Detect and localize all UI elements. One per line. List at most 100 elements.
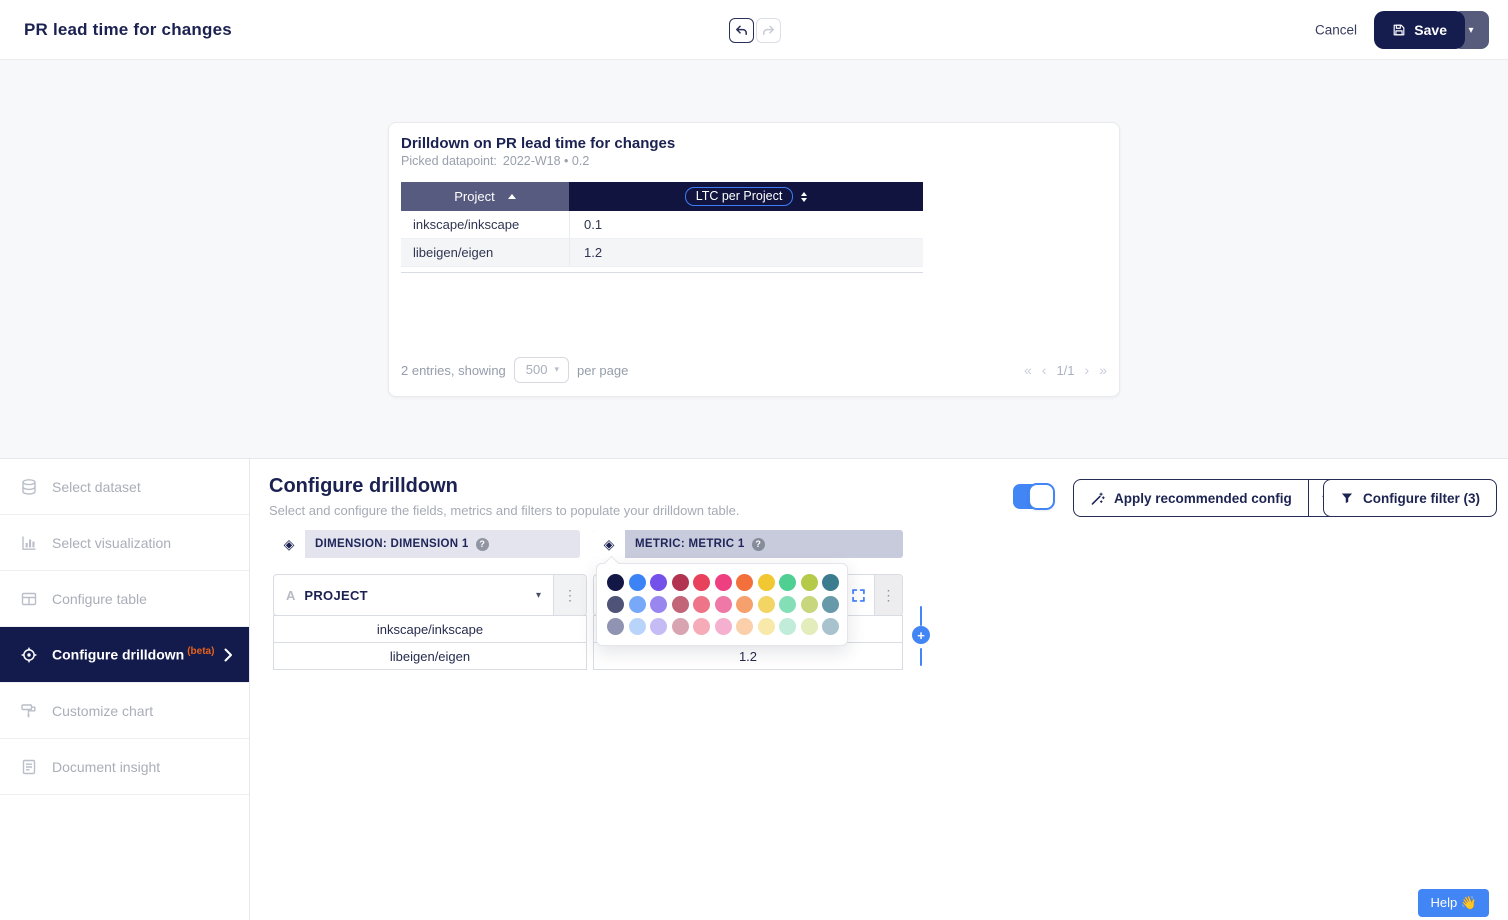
magic-wand-icon: [1090, 491, 1105, 506]
last-page-button[interactable]: »: [1099, 362, 1107, 378]
metric-header-pill[interactable]: LTC per Project: [685, 187, 794, 206]
sidebar-item-customize-chart[interactable]: Customize chart: [0, 683, 249, 739]
next-page-button[interactable]: ›: [1085, 362, 1090, 378]
color-swatch-1-3[interactable]: [672, 596, 689, 613]
undo-button[interactable]: [729, 18, 754, 43]
color-palette-grid: [607, 574, 837, 635]
column-header-metric[interactable]: LTC per Project: [569, 182, 923, 211]
color-swatch-0-4[interactable]: [693, 574, 710, 591]
configure-filter-button[interactable]: Configure filter (3): [1323, 479, 1497, 517]
table-row: libeigen/eigen 1.2: [401, 239, 923, 267]
color-swatch-1-8[interactable]: [779, 596, 796, 613]
help-icon[interactable]: ?: [752, 538, 765, 551]
color-swatch-2-5[interactable]: [715, 618, 732, 635]
color-palette-popup: [596, 563, 848, 646]
help-button[interactable]: Help 👋: [1418, 889, 1489, 917]
project-header-label: Project: [454, 189, 494, 204]
metric-preview-row: 1.2: [593, 642, 903, 670]
color-swatch-0-3[interactable]: [672, 574, 689, 591]
picked-datapoint-value: 2022-W18 • 0.2: [503, 154, 589, 168]
toggle-knob: [1028, 483, 1055, 510]
bar-chart-icon: [20, 534, 38, 552]
color-swatch-0-2[interactable]: [650, 574, 667, 591]
database-icon: [20, 478, 38, 496]
apply-recommended-config-button[interactable]: Apply recommended config: [1073, 479, 1309, 517]
drilldown-preview-card: Drilldown on PR lead time for changes Pi…: [388, 122, 1120, 397]
sidebar-item-label: Select visualization: [52, 535, 171, 551]
drilldown-enabled-toggle[interactable]: [1013, 483, 1055, 510]
top-bar: PR lead time for changes Cancel Save: [0, 0, 1508, 60]
dimension-diamond-icon: ◈: [273, 530, 305, 558]
previous-page-button[interactable]: ‹: [1042, 362, 1047, 378]
redo-button[interactable]: [756, 18, 781, 43]
project-dimension-field[interactable]: A PROJECT ▾ ⋮: [273, 574, 587, 616]
cancel-button[interactable]: Cancel: [1315, 22, 1357, 37]
sidebar-item-label: Configure drilldown(beta): [52, 646, 214, 663]
sort-ascending-icon: [508, 194, 516, 199]
metric-chip[interactable]: ◈ METRIC: METRIC 1 ?: [593, 530, 903, 558]
sidebar-item-select-dataset[interactable]: Select dataset: [0, 459, 249, 515]
color-swatch-1-0[interactable]: [607, 596, 624, 613]
sidebar-item-label: Document insight: [52, 759, 160, 775]
color-swatch-0-8[interactable]: [779, 574, 796, 591]
color-swatch-1-6[interactable]: [736, 596, 753, 613]
dimension-chip[interactable]: ◈ DIMENSION: DIMENSION 1 ?: [273, 530, 580, 558]
color-swatch-1-2[interactable]: [650, 596, 667, 613]
metric-diamond-icon: ◈: [593, 530, 625, 558]
picked-datapoint-label: Picked datapoint:: [401, 154, 497, 168]
table-icon: [20, 590, 38, 608]
color-swatch-0-1[interactable]: [629, 574, 646, 591]
page-size-select[interactable]: 500 ▾: [514, 357, 569, 383]
color-swatch-1-9[interactable]: [801, 596, 818, 613]
help-icon[interactable]: ?: [476, 538, 489, 551]
color-swatch-1-7[interactable]: [758, 596, 775, 613]
column-header-project[interactable]: Project: [401, 182, 569, 211]
sidebar-item-configure-drilldown[interactable]: Configure drilldown(beta): [0, 627, 249, 683]
color-swatch-2-2[interactable]: [650, 618, 667, 635]
pagination-left: 2 entries, showing 500 ▾ per page: [401, 357, 628, 383]
color-swatch-2-8[interactable]: [779, 618, 796, 635]
apply-config-label: Apply recommended config: [1114, 491, 1292, 506]
value-cell: 0.1: [569, 211, 923, 238]
color-swatch-2-7[interactable]: [758, 618, 775, 635]
color-swatch-0-0[interactable]: [607, 574, 624, 591]
project-field-label: PROJECT: [304, 588, 536, 603]
save-button[interactable]: Save: [1374, 11, 1465, 49]
color-swatch-0-9[interactable]: [801, 574, 818, 591]
color-swatch-1-10[interactable]: [822, 596, 839, 613]
sidebar-item-select-visualization[interactable]: Select visualization: [0, 515, 249, 571]
sidebar-item-document-insight[interactable]: Document insight: [0, 739, 249, 795]
color-swatch-0-7[interactable]: [758, 574, 775, 591]
picked-datapoint: Picked datapoint: 2022-W18 • 0.2: [401, 154, 589, 168]
color-swatch-2-4[interactable]: [693, 618, 710, 635]
sort-icon[interactable]: [801, 192, 807, 202]
sidebar-item-configure-table[interactable]: Configure table: [0, 571, 249, 627]
save-icon: [1392, 23, 1406, 37]
color-swatch-1-1[interactable]: [629, 596, 646, 613]
dimension-kebab-menu[interactable]: ⋮: [553, 575, 586, 615]
pager: « ‹ 1/1 › »: [1024, 362, 1107, 378]
color-swatch-2-6[interactable]: [736, 618, 753, 635]
chart-canvas: Drilldown on PR lead time for changes Pi…: [0, 60, 1508, 458]
color-swatch-2-3[interactable]: [672, 618, 689, 635]
color-swatch-0-5[interactable]: [715, 574, 732, 591]
color-swatch-2-9[interactable]: [801, 618, 818, 635]
project-cell: inkscape/inkscape: [401, 211, 569, 238]
pagination-bar: 2 entries, showing 500 ▾ per page « ‹ 1/…: [401, 356, 1107, 384]
color-swatch-0-6[interactable]: [736, 574, 753, 591]
color-swatch-1-5[interactable]: [715, 596, 732, 613]
color-swatch-2-0[interactable]: [607, 618, 624, 635]
add-column-button[interactable]: +: [912, 626, 930, 644]
color-swatch-0-10[interactable]: [822, 574, 839, 591]
color-swatch-1-4[interactable]: [693, 596, 710, 613]
metric-kebab-menu[interactable]: ⋮: [874, 575, 902, 615]
chevron-down-icon: ▾: [554, 364, 559, 375]
document-icon: [20, 758, 38, 776]
drilldown-card-title: Drilldown on PR lead time for changes: [401, 135, 675, 152]
first-page-button[interactable]: «: [1024, 362, 1032, 378]
color-swatch-2-10[interactable]: [822, 618, 839, 635]
project-cell: libeigen/eigen: [401, 239, 569, 266]
sidebar-item-label: Customize chart: [52, 703, 153, 719]
page-indicator: 1/1: [1056, 363, 1074, 378]
color-swatch-2-1[interactable]: [629, 618, 646, 635]
